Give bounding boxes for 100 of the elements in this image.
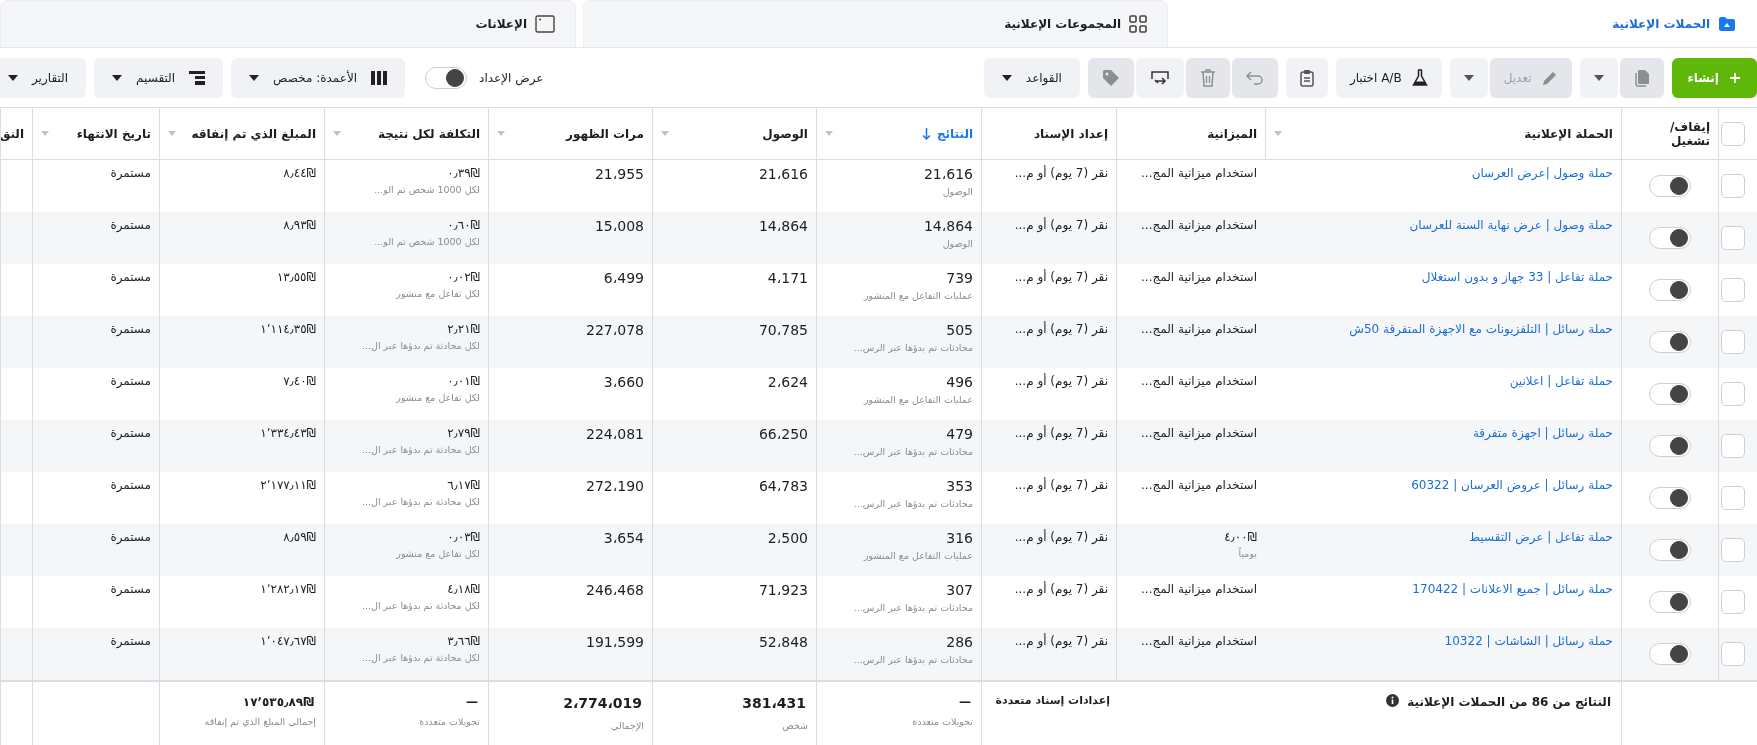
campaign-name-link[interactable]: حملة رسائل | التلفزيونات مع الاجهزة المتفرقة 50ش (1273, 322, 1613, 336)
select-all-checkbox[interactable] (1721, 121, 1745, 146)
cost-value: ₪٣٫٦٦ (446, 634, 480, 648)
campaign-name-link[interactable]: حملة رسائل | اجهزة متفرقة (1273, 426, 1613, 440)
caret-icon (1593, 74, 1604, 81)
attribution-setting: نقر (7 يوم) أو م... (1013, 166, 1108, 180)
campaign-toggle[interactable] (1649, 383, 1691, 405)
cost-basis: لكل تفاعل مع منشور (395, 548, 480, 559)
results-value: 505 (945, 322, 973, 338)
results-value: 739 (945, 270, 973, 286)
campaign-toggle[interactable] (1649, 487, 1691, 509)
reach-value: 71،923 (757, 582, 808, 598)
reach-value: 64،783 (757, 478, 808, 494)
column-header[interactable]: المبلغ الذي تم إنفاقه (191, 126, 316, 141)
tab[interactable]: المجموعات الإعلانية (583, 0, 1168, 47)
swap-icon (1149, 68, 1170, 87)
campaign-toggle[interactable] (1649, 279, 1691, 301)
info-icon[interactable] (1386, 694, 1400, 707)
row-checkbox[interactable] (1721, 226, 1745, 250)
campaign-name-link[interactable]: حملة وصول | عرض نهاية السنة للعرسان (1273, 218, 1613, 232)
campaign-name-link[interactable]: حملة تفاعل | عرض التقسيط (1273, 530, 1613, 544)
impressions-total: 2،774،019 (562, 694, 643, 713)
cost-value: ₪٠٫٠٣ (446, 530, 480, 544)
row-checkbox[interactable] (1721, 434, 1745, 458)
amount-spent: ₪٨٫٥٩ (282, 530, 316, 544)
results-value: 479 (945, 426, 973, 442)
end-date: مستمرة (109, 374, 151, 388)
total-label: الإجمالي (609, 719, 644, 731)
pencil-icon (1541, 69, 1558, 86)
column-header[interactable]: النق (1, 126, 24, 141)
caret-icon[interactable] (825, 131, 833, 136)
column-header[interactable]: إعداد الإسناد (1033, 126, 1108, 141)
column-header[interactable]: إيقاف/ تشغيل (1658, 119, 1710, 148)
row-checkbox[interactable] (1721, 278, 1745, 302)
row-checkbox[interactable] (1721, 538, 1745, 562)
amount-spent: ₪١٬٠٤٧٫٦٧ (259, 634, 316, 648)
attribution-setting: نقر (7 يوم) أو م... (1013, 530, 1108, 544)
caret-icon[interactable] (661, 131, 669, 136)
columns-button[interactable]: الأعمدة: مخصص (231, 57, 406, 98)
rules-button[interactable]: القواعد (983, 57, 1080, 98)
impressions-value: 21،955 (593, 166, 644, 182)
impressions-value: 3،654 (602, 530, 644, 546)
campaign-name-link[interactable]: حملة رسائل | الشاشات | 10322 (1273, 634, 1613, 648)
caret-icon (1001, 74, 1012, 81)
reach-value: 14،864 (757, 218, 808, 234)
end-date: مستمرة (109, 426, 151, 440)
campaign-toggle[interactable] (1649, 227, 1691, 249)
total-label: تحويلات متعددة (418, 716, 480, 728)
reach-total: 381،431 (741, 694, 807, 713)
campaign-name-link[interactable]: حملة رسائل | جميع الاعلانات | 170422 (1273, 582, 1613, 596)
cost-total: — (465, 694, 479, 711)
setup-view-label: عرض الإعداد (479, 70, 544, 85)
row-checkbox[interactable] (1721, 382, 1745, 406)
campaign-toggle[interactable] (1649, 643, 1691, 665)
caret-icon[interactable] (41, 131, 49, 136)
column-header[interactable]: التكلفة لكل نتيجة (377, 126, 480, 141)
columns-icon (371, 70, 388, 85)
tab[interactable]: الإعلانات (0, 0, 576, 47)
campaign-name-link[interactable]: حملة وصول |عرض العرسان (1273, 166, 1613, 180)
column-header[interactable]: تاريخ الانتهاء (76, 126, 151, 141)
row-checkbox[interactable] (1721, 642, 1745, 666)
campaign-toggle[interactable] (1649, 539, 1691, 561)
campaign-toggle[interactable] (1649, 175, 1691, 197)
budget-value: استخدام ميزانية المج... (1140, 218, 1257, 232)
caret-icon[interactable] (1274, 131, 1282, 136)
dropdown-button[interactable] (1449, 57, 1488, 98)
caret-icon[interactable] (497, 131, 505, 136)
campaign-toggle[interactable] (1649, 591, 1691, 613)
setup-view-toggle[interactable] (425, 66, 468, 89)
row-checkbox[interactable] (1721, 330, 1745, 354)
clipboard-button[interactable] (1285, 57, 1328, 98)
reports-button[interactable]: التقارير (0, 57, 87, 98)
row-checkbox[interactable] (1721, 590, 1745, 614)
column-header[interactable]: الوصول (762, 126, 808, 141)
breakdown-icon (189, 70, 206, 85)
column-header[interactable]: الميزانية (1207, 126, 1257, 141)
budget-value: استخدام ميزانية المج... (1140, 166, 1257, 180)
results-value: 307 (945, 582, 973, 598)
flask-icon (1411, 68, 1428, 87)
cost-value: ₪٠٫٣٩ (446, 166, 480, 180)
row-checkbox[interactable] (1721, 486, 1745, 510)
campaign-toggle[interactable] (1649, 435, 1691, 457)
caret-icon[interactable] (333, 131, 341, 136)
cost-value: ₪٠٫٠٢ (446, 270, 480, 284)
caret-icon[interactable] (168, 131, 176, 136)
campaign-name-link[interactable]: حملة رسائل | عروض العرسان | 60322 (1273, 478, 1613, 492)
end-date: مستمرة (109, 530, 151, 544)
column-header[interactable]: الحملة الإعلانية (1524, 126, 1613, 141)
row-checkbox[interactable] (1721, 174, 1745, 198)
column-header[interactable]: مرات الظهور (566, 126, 644, 141)
breakdown-button[interactable]: التقسيم (94, 57, 224, 98)
dropdown-button[interactable] (1579, 57, 1618, 98)
swap-button[interactable] (1135, 57, 1184, 98)
results-value: 21،616 (922, 166, 973, 182)
ab-test-button[interactable]: اختبار A/B (1335, 57, 1442, 98)
results-value: 353 (945, 478, 973, 494)
campaign-name-link[interactable]: حملة تفاعل | اعلانين (1273, 374, 1613, 388)
column-header[interactable]: النتائج (936, 126, 973, 141)
campaign-toggle[interactable] (1649, 331, 1691, 353)
campaign-name-link[interactable]: حملة تفاعل | 33 جهاز و بدون استغلال (1273, 270, 1613, 284)
